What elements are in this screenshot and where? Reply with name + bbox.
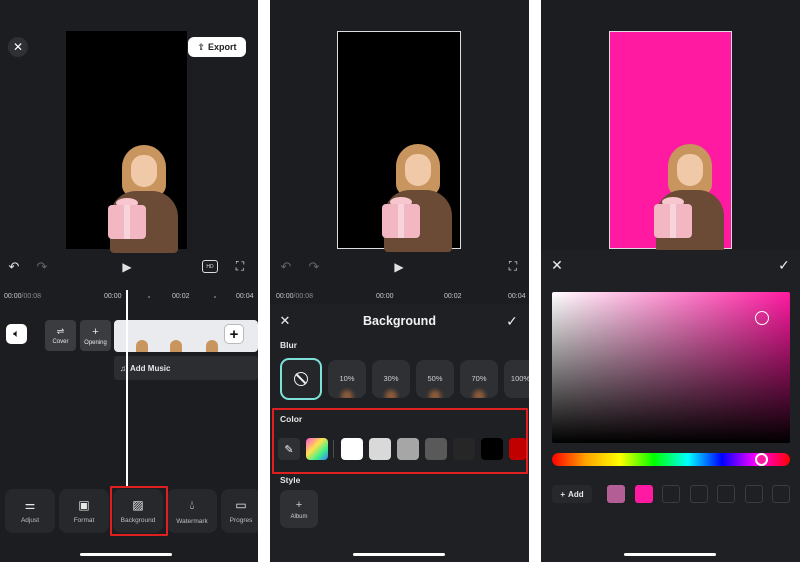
fullscreen-icon[interactable]: ⛶ xyxy=(232,258,248,274)
empty-color-slot[interactable] xyxy=(662,485,680,503)
close-icon: ✕ xyxy=(12,40,24,54)
export-button[interactable]: ⇪ Export xyxy=(188,37,246,57)
preview-person-image xyxy=(106,143,182,253)
add-music-label: Add Music xyxy=(130,363,171,373)
empty-color-slot[interactable] xyxy=(689,485,708,503)
blur-option[interactable]: 10% xyxy=(328,360,366,398)
no-blur-icon xyxy=(294,372,308,386)
saved-color-swatch[interactable] xyxy=(607,485,625,503)
undo-icon[interactable]: ↶ xyxy=(6,259,22,275)
home-indicator xyxy=(353,553,445,556)
tool-label: Watermark xyxy=(176,517,208,525)
background-tool-highlight xyxy=(110,486,168,536)
sliders-icon: ⚌ xyxy=(24,498,36,512)
style-section-label: Style xyxy=(280,475,301,485)
plus-icon: + xyxy=(560,489,566,499)
confirm-check-icon[interactable]: ✓ xyxy=(504,313,520,329)
sheet-title: Background xyxy=(363,314,436,328)
tool-progress[interactable]: ▭ Progres xyxy=(221,489,258,533)
time-total: /00:08 xyxy=(21,293,41,300)
export-label: Export xyxy=(208,42,237,52)
tool-watermark[interactable]: 💧︎ Watermark xyxy=(167,489,217,533)
preview-person-image xyxy=(380,142,456,252)
home-indicator xyxy=(80,553,172,556)
ruler-mark: 00:02 xyxy=(172,293,190,300)
saturation-value-picker[interactable] xyxy=(552,292,790,443)
confirm-check-icon[interactable]: ✓ xyxy=(776,257,792,273)
adjust-icon: ⇌ xyxy=(56,326,65,336)
add-color-button[interactable]: + Add xyxy=(552,485,592,503)
empty-color-slot[interactable] xyxy=(772,485,790,503)
play-icon[interactable]: ▶ xyxy=(118,258,136,276)
blur-none-option[interactable] xyxy=(280,358,322,400)
plus-icon: + xyxy=(295,498,303,511)
close-icon[interactable]: ✕ xyxy=(549,257,565,273)
speaker-icon: 🔈︎ xyxy=(13,327,20,340)
close-button[interactable]: ✕ xyxy=(8,37,28,57)
watermark-icon: 💧︎ xyxy=(189,497,195,512)
tool-format[interactable]: ▣ Format xyxy=(59,489,109,533)
cover-button[interactable]: ⇌ Cover xyxy=(45,320,76,351)
resolution-icon[interactable]: HD xyxy=(202,260,218,273)
tool-label: Format xyxy=(73,517,95,524)
undo-icon[interactable]: ↶ xyxy=(278,259,294,275)
ruler-mark: 00:02 xyxy=(444,293,462,300)
progress-icon: ▭ xyxy=(235,498,247,512)
video-preview xyxy=(609,31,732,252)
preview-person-image xyxy=(652,142,728,252)
fullscreen-icon[interactable]: ⛶ xyxy=(505,258,521,274)
home-indicator xyxy=(624,553,716,556)
time-current: 00:00 xyxy=(4,293,22,300)
tool-adjust[interactable]: ⚌ Adjust xyxy=(5,489,55,533)
time-display: 00:00/00:08 xyxy=(4,293,41,300)
video-preview xyxy=(66,31,187,253)
editor-screen: ✕ ⇪ Export ↶ ↷ ▶ HD ⛶ 00:00/00:08 00:00 … xyxy=(0,0,258,562)
blur-option[interactable]: 70% xyxy=(460,360,498,398)
blur-section-label: Blur xyxy=(280,340,297,350)
playhead[interactable] xyxy=(126,290,128,486)
add-clip-button[interactable]: + xyxy=(224,324,244,344)
album-label: Album xyxy=(290,513,308,520)
video-preview xyxy=(337,31,461,252)
redo-icon[interactable]: ↷ xyxy=(306,259,322,275)
time-current: 00:00 xyxy=(276,293,294,300)
empty-color-slot[interactable] xyxy=(744,485,763,503)
play-icon[interactable]: ▶ xyxy=(390,258,408,276)
add-music-track[interactable]: ♫ Add Music xyxy=(114,356,258,380)
plus-icon: + xyxy=(229,325,239,343)
ruler-mark: 00:04 xyxy=(236,293,254,300)
tool-label: Adjust xyxy=(20,517,40,524)
format-icon: ▣ xyxy=(78,498,90,512)
cover-label: Cover xyxy=(52,339,69,345)
opening-button[interactable]: + Opening xyxy=(80,320,111,351)
blur-option[interactable]: 30% xyxy=(372,360,410,398)
opening-label: Opening xyxy=(84,339,107,346)
ruler-mark: 00:00 xyxy=(376,293,394,300)
blur-option[interactable]: 50% xyxy=(416,360,454,398)
hue-slider-handle[interactable] xyxy=(755,453,768,466)
time-total: /00:08 xyxy=(293,293,313,300)
blur-option-label: 100% xyxy=(510,374,529,383)
add-label: Add xyxy=(568,489,584,499)
redo-icon[interactable]: ↷ xyxy=(34,259,50,275)
saved-color-swatch[interactable] xyxy=(634,485,653,503)
tool-label: Progres xyxy=(229,517,253,524)
ruler-mark: 00:00 xyxy=(104,293,122,300)
blur-option[interactable]: 100% xyxy=(504,360,529,398)
album-button[interactable]: + Album xyxy=(280,490,318,528)
time-display: 00:00/00:08 xyxy=(276,293,313,300)
empty-color-slot[interactable] xyxy=(717,485,735,503)
mute-button[interactable]: 🔈︎ xyxy=(6,324,27,344)
plus-icon: + xyxy=(92,325,99,338)
upload-icon: ⇪ xyxy=(197,41,206,52)
saturation-value-handle[interactable] xyxy=(755,311,769,325)
color-section-highlight xyxy=(272,408,528,474)
ruler-mark: 00:04 xyxy=(508,293,526,300)
